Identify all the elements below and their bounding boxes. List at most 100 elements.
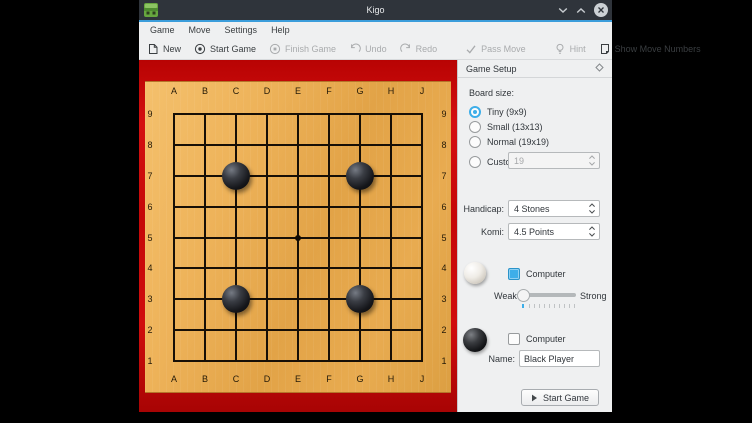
handicap-spinbox[interactable]: 4 Stones: [508, 200, 600, 217]
slider-tick: [574, 304, 575, 308]
column-label: F: [321, 374, 337, 384]
white-computer-checkbox[interactable]: [508, 268, 520, 280]
black-stone: [222, 285, 250, 313]
board-size-label: Board size:: [469, 88, 514, 98]
radio-small[interactable]: Small (13x13): [469, 120, 543, 133]
column-label: C: [228, 86, 244, 96]
row-label: 7: [145, 171, 155, 181]
slider-tick: [522, 304, 524, 308]
close-button[interactable]: [594, 3, 608, 17]
komi-value: 4.5 Points: [509, 227, 585, 237]
show-move-numbers-button[interactable]: Show Move Numbers: [599, 43, 701, 55]
row-label: 6: [145, 202, 155, 212]
row-label: 3: [439, 294, 449, 304]
row-label: 5: [145, 233, 155, 243]
black-stone-icon: [463, 328, 487, 352]
maximize-button[interactable]: [576, 7, 586, 14]
menu-settings[interactable]: Settings: [218, 22, 265, 38]
column-label: B: [197, 86, 213, 96]
radio-circle[interactable]: [469, 106, 481, 118]
pass-move-label: Pass Move: [481, 44, 526, 54]
pass-move-button[interactable]: Pass Move: [465, 43, 526, 55]
radio-circle[interactable]: [469, 156, 481, 168]
column-label: G: [352, 86, 368, 96]
float-panel-icon[interactable]: [595, 63, 604, 74]
handicap-value: 4 Stones: [509, 204, 585, 214]
row-label: 2: [145, 325, 155, 335]
black-stone: [346, 285, 374, 313]
grid-line: [421, 113, 423, 362]
grid-line: [390, 113, 392, 362]
new-button[interactable]: New: [147, 43, 181, 55]
slider-tick: [569, 304, 570, 308]
grid-line: [328, 113, 330, 362]
row-label: 3: [145, 294, 155, 304]
column-label: E: [290, 374, 306, 384]
grid-line: [173, 360, 423, 362]
undo-label: Undo: [365, 44, 387, 54]
titlebar[interactable]: Kigo: [139, 0, 612, 20]
strength-slider-handle[interactable]: [517, 289, 530, 302]
slider-tick: [554, 304, 555, 308]
komi-label: Komi:: [458, 227, 504, 237]
row-label: 2: [439, 325, 449, 335]
row-label: 1: [145, 356, 155, 366]
radio-normal[interactable]: Normal (19x19): [469, 135, 549, 148]
custom-size-spinbox: 19: [508, 152, 600, 169]
undo-button[interactable]: Undo: [349, 43, 387, 55]
grid-line: [173, 298, 423, 300]
column-label: G: [352, 374, 368, 384]
finish-game-button[interactable]: Finish Game: [269, 43, 336, 55]
row-label: 1: [439, 356, 449, 366]
toolbar: New Start Game Finish Game Undo: [139, 38, 612, 60]
redo-label: Redo: [416, 44, 438, 54]
spinbox-arrows-icon[interactable]: [585, 225, 599, 238]
radio-tiny-label: Tiny (9x9): [487, 107, 527, 117]
game-setup-panel: Game Setup Board size: Tiny (9x9) Small …: [457, 60, 612, 412]
white-computer-checkbox-row[interactable]: Computer: [508, 267, 566, 280]
slider-tick: [534, 304, 535, 308]
play-circle-icon: [194, 43, 206, 55]
hint-button[interactable]: Hint: [554, 43, 586, 55]
black-computer-label: Computer: [526, 334, 566, 344]
redo-arrow-icon: [400, 43, 412, 55]
column-label: E: [290, 86, 306, 96]
kigo-app-icon: [144, 3, 158, 17]
play-triangle-icon: [531, 394, 538, 402]
column-label: C: [228, 374, 244, 384]
black-computer-checkbox[interactable]: [508, 333, 520, 345]
checkmark-icon: [465, 43, 477, 55]
column-label: A: [166, 86, 182, 96]
black-stone: [222, 162, 250, 190]
black-computer-checkbox-row[interactable]: Computer: [508, 332, 566, 345]
radio-normal-label: Normal (19x19): [487, 137, 549, 147]
start-game-button-label: Start Game: [543, 393, 589, 403]
komi-spinbox[interactable]: 4.5 Points: [508, 223, 600, 240]
black-player-name-input[interactable]: [519, 350, 600, 367]
row-label: 4: [439, 263, 449, 273]
finish-game-label: Finish Game: [285, 44, 336, 54]
start-game-button[interactable]: Start Game: [521, 389, 599, 406]
go-board[interactable]: AABBCCDDEEFFGGHHJJ998877665544332211: [145, 81, 451, 393]
radio-circle[interactable]: [469, 121, 481, 133]
minimize-button[interactable]: [558, 7, 568, 14]
spinbox-arrows-icon[interactable]: [585, 202, 599, 215]
start-game-toolbar-label: Start Game: [210, 44, 256, 54]
start-game-toolbar-button[interactable]: Start Game: [194, 43, 256, 55]
redo-button[interactable]: Redo: [400, 43, 438, 55]
slider-tick: [559, 304, 560, 308]
row-label: 5: [439, 233, 449, 243]
menu-game[interactable]: Game: [143, 22, 182, 38]
radio-tiny[interactable]: Tiny (9x9): [469, 105, 527, 118]
column-label: H: [383, 374, 399, 384]
weak-label: Weak: [494, 291, 517, 301]
grid-line: [173, 267, 423, 269]
hint-label: Hint: [570, 44, 586, 54]
column-label: D: [259, 374, 275, 384]
radio-circle[interactable]: [469, 136, 481, 148]
kigo-window: Kigo Game Move Settings Help: [139, 0, 612, 412]
radio-small-label: Small (13x13): [487, 122, 543, 132]
menu-help[interactable]: Help: [264, 22, 297, 38]
spinbox-arrows-icon: [585, 154, 599, 167]
menu-move[interactable]: Move: [182, 22, 218, 38]
